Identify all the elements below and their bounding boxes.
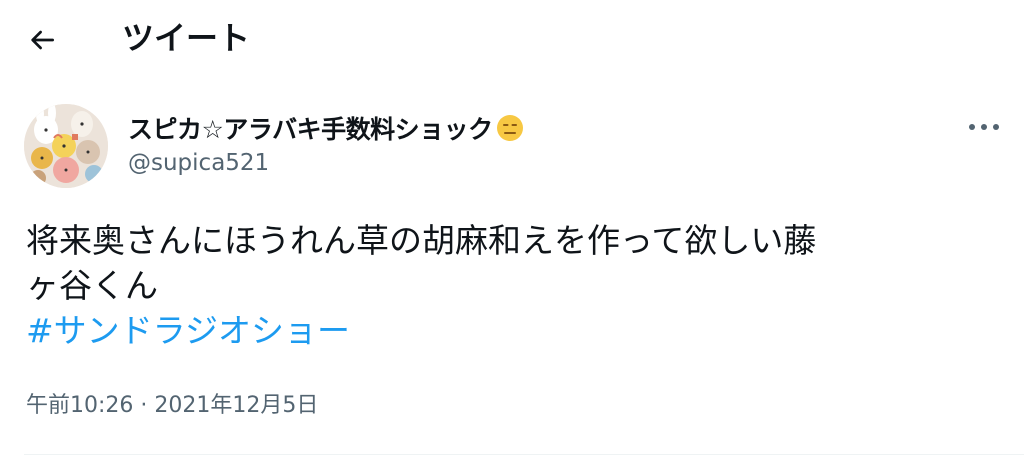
arrow-left-icon bbox=[31, 30, 54, 50]
tweet-body: 将来奥さんにほうれん草の胡麻和えを作って欲しい藤 ヶ谷くん #サンドラジオショー bbox=[26, 218, 996, 353]
expressionless-face-emoji bbox=[496, 115, 523, 141]
tweet-date-link[interactable]: 2021年12月5日 bbox=[154, 393, 318, 418]
more-horizontal-icon bbox=[969, 124, 999, 130]
meta-separator: · bbox=[133, 393, 155, 418]
tweet-text-line: 将来奥さんにほうれん草の胡麻和えを作って欲しい藤 bbox=[26, 221, 817, 260]
tweet-timestamp: 午前10:26 · 2021年12月5日 bbox=[26, 390, 318, 422]
tweet-time-link[interactable]: 午前10:26 bbox=[26, 393, 133, 418]
back-button[interactable] bbox=[22, 22, 62, 58]
author-handle[interactable]: @supica521 bbox=[128, 148, 269, 178]
more-options-button[interactable] bbox=[958, 112, 1010, 142]
author-name-link[interactable]: スピカ☆アラバキ手数料ショック bbox=[128, 110, 525, 146]
tweet-text-line: ヶ谷くん bbox=[26, 266, 158, 305]
divider bbox=[24, 454, 1024, 455]
page-title: ツイート bbox=[122, 19, 251, 57]
header-bar: ツイート bbox=[0, 0, 1024, 80]
avatar[interactable] bbox=[24, 104, 108, 188]
display-name: スピカ☆アラバキ手数料ショック bbox=[128, 115, 493, 144]
hashtag-link[interactable]: #サンドラジオショー bbox=[26, 308, 350, 353]
avatar-image bbox=[24, 104, 108, 188]
